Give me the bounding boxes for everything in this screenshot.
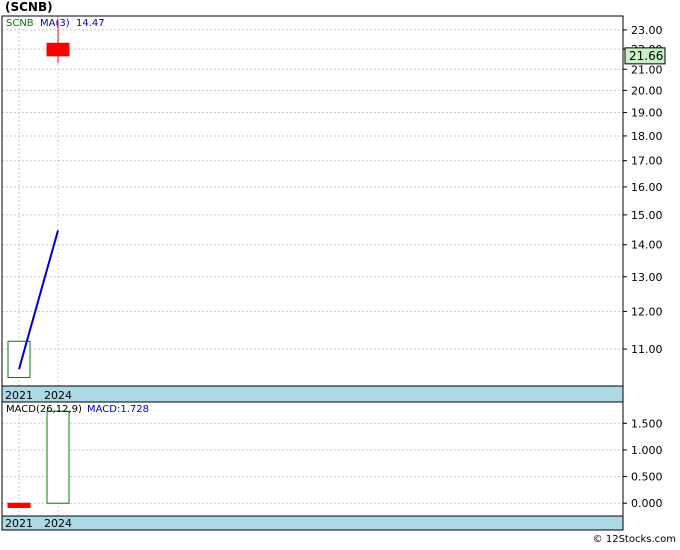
macd-legend-label: MACD(26,12,9) [6,404,82,415]
macd-x-axis-band [1,515,624,531]
price-legend-ma-value: 14.47 [76,18,105,29]
macd-bar [46,410,70,504]
macd-axis-tick-label: 0.500 [631,471,663,484]
macd-axis-tick-label: 1.500 [631,417,663,430]
copyright-footer: © 12Stocks.com [593,534,676,545]
price-axis-tick-label: 13.00 [631,271,663,284]
macd-panel: 0.000 0.500 1.000 1.500 2021 2024 MACD(26,12,9… [1,401,663,531]
price-panel: 11.00 12.00 13.00 14.00 15.00 16.00 17.00 18.00… [1,15,666,403]
price-axis-tick-label: 19.00 [631,107,663,120]
macd-legend-value: MACD:1.728 [87,404,149,415]
macd-bar [7,502,31,508]
candle-body [7,340,31,379]
price-axis-tick-label: 16.00 [631,181,663,194]
price-legend-symbol: SCNB [6,18,34,29]
price-axis-tick-label: 12.00 [631,305,663,318]
price-axis-tick-label: 15.00 [631,209,663,222]
price-axis-tick-label: 23.00 [631,24,663,37]
price-axis-tick-label: 14.00 [631,239,663,252]
candle-body [46,42,70,57]
price-x-tick-label: 2021 [5,389,33,402]
price-legend-ma-label: MA(3) [40,18,70,29]
chart-figure: (SCNB) 11.00 12.00 13.00 14.00 15.00 16.00 17.… [0,0,680,546]
price-axis-tick-label: 17.00 [631,155,663,168]
current-price-label: 21.66 [629,49,663,63]
price-x-tick-label: 2024 [44,389,72,402]
macd-x-tick-label: 2024 [44,517,72,530]
macd-axis-tick-label: 0.000 [631,497,663,510]
price-x-axis-band [1,385,624,403]
chart-canvas: (SCNB) 11.00 12.00 13.00 14.00 15.00 16.00 17.… [1,0,676,545]
macd-axis-tick-label: 1.000 [631,444,663,457]
macd-plot-area [2,402,623,530]
chart-title: (SCNB) [5,0,53,14]
price-plot-area [2,16,623,402]
price-axis-tick-label: 21.00 [631,63,663,76]
macd-x-tick-label: 2021 [5,517,33,530]
price-axis-tick-label: 11.00 [631,343,663,356]
price-axis-tick-label: 18.00 [631,130,663,143]
price-axis-tick-label: 20.00 [631,84,663,97]
